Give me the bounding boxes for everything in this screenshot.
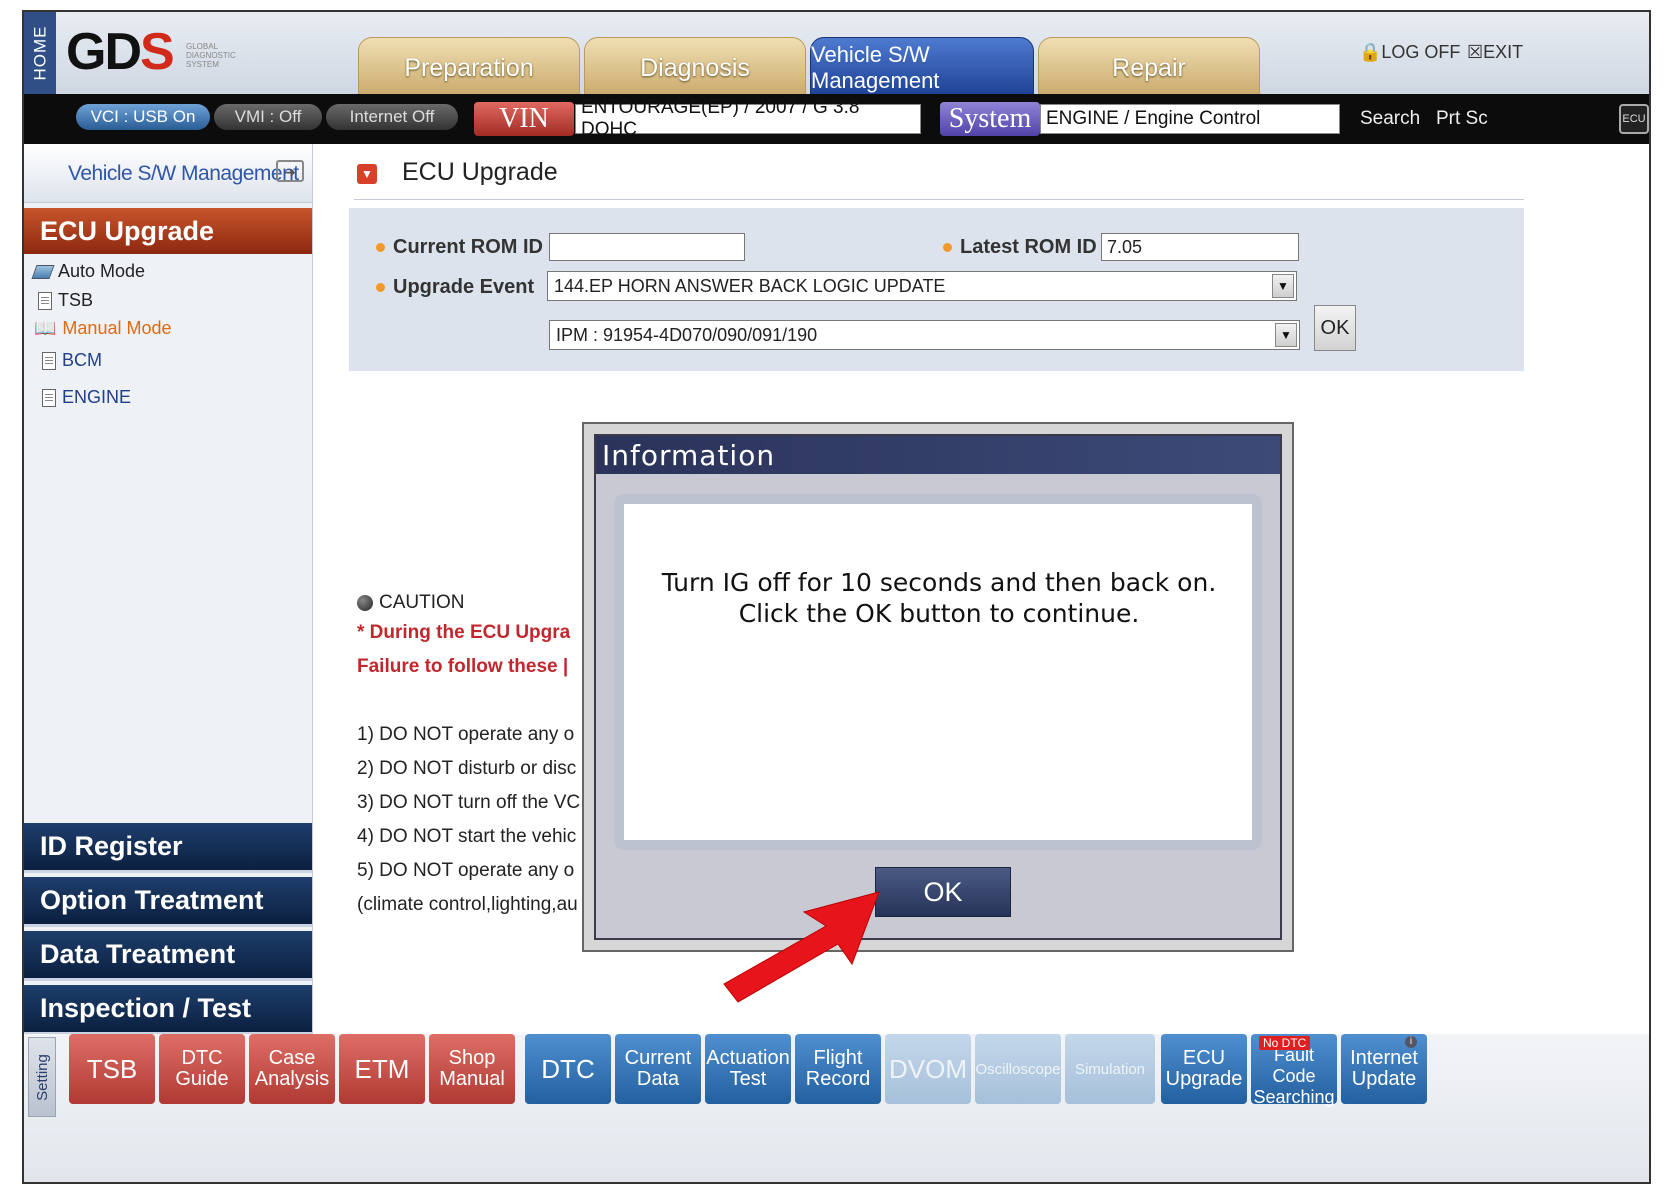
toolbar-oscilloscope[interactable]: Oscilloscope bbox=[975, 1034, 1061, 1104]
rule-5: 5) DO NOT operate any o bbox=[357, 860, 575, 881]
current-rom-label: Current ROM ID bbox=[376, 236, 543, 259]
log-off-button[interactable]: 🔒LOG OFF bbox=[1359, 42, 1460, 63]
system-field[interactable]: ENGINE / Engine Control bbox=[1040, 104, 1340, 134]
sidebar-header[interactable]: Vehicle S/W Management ➜ bbox=[24, 144, 312, 203]
gds-logo: GDS bbox=[66, 23, 175, 81]
vin-field[interactable]: ENTOURAGE(EP) / 2007 / G 3.8 DOHC bbox=[575, 97, 921, 140]
info-icon: i bbox=[1405, 1036, 1417, 1048]
toolbar-case-analysis[interactable]: Case Analysis bbox=[249, 1034, 335, 1104]
form-ok-button[interactable]: OK bbox=[1314, 305, 1356, 351]
document-icon bbox=[38, 291, 52, 310]
latest-rom-field[interactable]: 7.05 bbox=[1101, 233, 1299, 261]
book-icon: 📖 bbox=[34, 318, 57, 338]
logo-subtitle: GLOBAL DIAGNOSTIC SYSTEM bbox=[186, 42, 236, 69]
app-window: HOME GDS GLOBAL DIAGNOSTIC SYSTEM Prepar… bbox=[22, 10, 1651, 1184]
rule-6: (climate control,lighting,au bbox=[357, 894, 578, 915]
tab-preparation[interactable]: Preparation bbox=[358, 37, 580, 99]
sidebar-item-engine[interactable]: ENGINE bbox=[42, 387, 131, 408]
toolbar-etm[interactable]: ETM bbox=[339, 1034, 425, 1104]
toolbar-simulation[interactable]: Simulation bbox=[1065, 1034, 1155, 1104]
toolbar-dtc-guide[interactable]: DTC Guide bbox=[159, 1034, 245, 1104]
current-rom-field[interactable] bbox=[549, 233, 745, 261]
vmi-status: VMI : Off bbox=[214, 104, 322, 130]
dialog-title: Information bbox=[596, 436, 1280, 474]
search-button[interactable]: Search bbox=[1360, 108, 1420, 130]
chevron-down-icon[interactable]: ▼ bbox=[1272, 274, 1294, 298]
toolbar-actuation-test[interactable]: Actuation Test bbox=[705, 1034, 791, 1104]
upgrade-event-select[interactable]: 144.EP HORN ANSWER BACK LOGIC UPDATE ▼ bbox=[547, 271, 1297, 301]
toolbar-tsb[interactable]: TSB bbox=[69, 1034, 155, 1104]
toolbar-fault-code-searching[interactable]: No DTC Fault Code Searching bbox=[1251, 1034, 1337, 1107]
exit-arrow-icon: ➜ bbox=[276, 160, 304, 182]
vin-label: VIN bbox=[474, 102, 574, 136]
sidebar-option-treatment[interactable]: Option Treatment bbox=[24, 877, 312, 927]
title-divider bbox=[354, 199, 1524, 200]
sidebar-item-manual-mode[interactable]: 📖 Manual Mode bbox=[34, 318, 172, 339]
sidebar-item-auto-mode[interactable]: Auto Mode bbox=[31, 261, 145, 282]
tab-diagnosis[interactable]: Diagnosis bbox=[584, 37, 806, 99]
caution-icon bbox=[357, 595, 373, 611]
internet-status: Internet Off bbox=[326, 104, 458, 130]
sidebar-id-register[interactable]: ID Register bbox=[24, 823, 312, 873]
collapse-icon[interactable]: ▼ bbox=[357, 164, 377, 184]
home-tab[interactable]: HOME bbox=[24, 12, 56, 94]
print-screen-button[interactable]: Prt Sc bbox=[1436, 108, 1488, 130]
tab-vehicle-sw-management[interactable]: Vehicle S/W Management bbox=[810, 37, 1034, 99]
sidebar-item-bcm[interactable]: BCM bbox=[42, 350, 102, 371]
no-dtc-badge: No DTC bbox=[1259, 1036, 1311, 1050]
page-title: ECU Upgrade bbox=[402, 158, 558, 186]
caution-text-1: * During the ECU Upgra bbox=[357, 622, 571, 643]
chevron-down-icon[interactable]: ▼ bbox=[1275, 323, 1297, 347]
caution-heading: CAUTION bbox=[357, 592, 465, 614]
sidebar-inspection-test[interactable]: Inspection / Test bbox=[24, 985, 312, 1035]
document-icon bbox=[42, 351, 56, 370]
toolbar-dtc[interactable]: DTC bbox=[525, 1034, 611, 1104]
rule-4: 4) DO NOT start the vehic bbox=[357, 826, 577, 847]
dialog-message-box bbox=[614, 494, 1262, 850]
sidebar-section-ecu-upgrade[interactable]: ECU Upgrade bbox=[24, 208, 312, 254]
caution-text-2: Failure to follow these | bbox=[357, 656, 569, 677]
toolbar-flight-record[interactable]: Flight Record bbox=[795, 1034, 881, 1104]
latest-rom-label: Latest ROM ID bbox=[943, 236, 1097, 259]
pointer-arrow-icon bbox=[723, 891, 880, 1003]
system-label: System bbox=[940, 102, 1040, 136]
dialog-message: Turn IG off for 10 seconds and then back… bbox=[661, 568, 1217, 628]
toolbar-internet-update[interactable]: i Internet Update bbox=[1341, 1034, 1427, 1104]
upgrade-event-label: Upgrade Event bbox=[376, 276, 534, 299]
rule-1: 1) DO NOT operate any o bbox=[357, 724, 575, 745]
tab-repair[interactable]: Repair bbox=[1038, 37, 1260, 99]
exit-button[interactable]: ☒EXIT bbox=[1467, 42, 1523, 63]
ipm-select[interactable]: IPM : 91954-4D070/090/091/190 ▼ bbox=[549, 320, 1300, 350]
rule-3: 3) DO NOT turn off the VC bbox=[357, 792, 581, 813]
toolbar-ecu-upgrade[interactable]: ECU Upgrade bbox=[1161, 1034, 1247, 1104]
diamond-icon bbox=[31, 264, 55, 279]
toolbar-current-data[interactable]: Current Data bbox=[615, 1034, 701, 1104]
sidebar-data-treatment[interactable]: Data Treatment bbox=[24, 931, 312, 981]
ecu-icon[interactable]: ECU bbox=[1619, 104, 1649, 134]
setting-button[interactable]: Setting bbox=[28, 1037, 56, 1117]
sidebar-item-tsb[interactable]: TSB bbox=[38, 290, 93, 311]
toolbar-dvom[interactable]: DVOM bbox=[885, 1034, 971, 1104]
document-icon bbox=[42, 388, 56, 407]
rule-2: 2) DO NOT disturb or disc bbox=[357, 758, 577, 779]
vci-status: VCI : USB On bbox=[76, 104, 210, 130]
toolbar-shop-manual[interactable]: Shop Manual bbox=[429, 1034, 515, 1104]
